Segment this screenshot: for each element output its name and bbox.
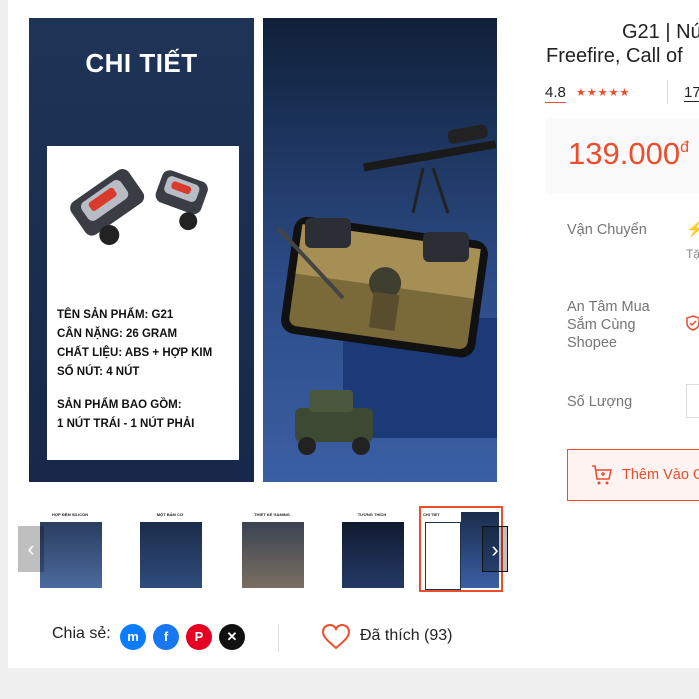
currency-symbol: đ — [680, 139, 689, 156]
spec-list: TÊN SẢN PHẨM: G21 CÂN NẶNG: 26 GRAM CHẤT… — [57, 306, 235, 434]
facebook-icon[interactable]: f — [153, 624, 179, 650]
thumbnail-caption: TƯƠNG THÍCH — [357, 512, 387, 517]
spec-card: TÊN SẢN PHẨM: G21 CÂN NẶNG: 26 GRAM CHẤT… — [47, 146, 239, 460]
share-like-divider — [278, 624, 279, 652]
package-line: 1 NÚT TRÁI - 1 NÚT PHẢI — [57, 418, 195, 430]
chevron-left-icon: ‹ — [27, 536, 35, 561]
free-shipping-icon: ⚡ — [686, 221, 699, 238]
thumbnail-prev-button[interactable]: ‹ — [18, 526, 44, 572]
rating-score[interactable]: 4.8 — [545, 84, 566, 103]
thumbnail-caption: MỘT BẤM CƠ — [156, 512, 184, 517]
share-label: Chia sẻ: — [52, 625, 111, 642]
spec-line: CÂN NẶNG: 26 GRAM — [57, 328, 178, 340]
thumbnail-3[interactable]: THIẾT KẾ GAMING — [230, 506, 314, 592]
price-value: 139.000 — [568, 136, 681, 171]
product-title-line2: Freefire, Call of — [546, 45, 683, 67]
heart-icon — [321, 623, 351, 650]
shield-icon — [686, 315, 699, 335]
thumbnail-next-button[interactable]: › — [482, 526, 508, 572]
rating-score-value: 4.8 — [545, 84, 566, 103]
add-to-cart-label: Thêm Vào G — [622, 467, 699, 483]
price: 139.000đ — [568, 136, 689, 172]
spec-line: SỐ NÚT: 4 NÚT — [57, 366, 140, 378]
add-to-cart-button[interactable]: Thêm Vào G — [567, 449, 699, 501]
thumbnail-caption: THIẾT KẾ GAMING — [254, 512, 290, 517]
thumbnail-strip: HỢP ĐỆM SILICON MỘT BẤM CƠ THIẾT KẾ GAMI… — [18, 504, 518, 596]
thumbnail-4[interactable]: TƯƠNG THÍCH — [330, 506, 414, 592]
price-box: 139.000đ — [546, 118, 699, 194]
shipping-label: Vận Chuyển — [567, 222, 647, 238]
package-line: SẢN PHẨM BAO GỒM: — [57, 399, 182, 411]
image-divider — [254, 18, 263, 482]
product-main-image[interactable]: CHI TIẾT TÊN SẢN PHẨM: G21 CÂN NẶNG: 26 … — [29, 18, 497, 482]
thumbnail-caption: HỢP ĐỆM SILICON — [51, 512, 89, 517]
like-button[interactable] — [321, 623, 351, 655]
pinterest-icon[interactable]: P — [186, 624, 212, 650]
detail-heading: CHI TIẾT — [85, 48, 198, 78]
star-rating-icon: ★★★★★ — [576, 87, 631, 99]
cart-icon — [592, 465, 612, 485]
x-icon[interactable]: ✕ — [219, 624, 245, 650]
spec-line: TÊN SẢN PHẨM: G21 — [57, 309, 174, 321]
guarantee-label: An Tâm Mua Sắm Cùng Shopee — [567, 299, 650, 351]
rating-count[interactable]: 17 — [684, 84, 699, 102]
chevron-right-icon: › — [491, 537, 499, 562]
like-count[interactable]: Đã thích (93) — [360, 627, 452, 645]
gameplay-photo — [263, 18, 497, 482]
rating-divider — [667, 80, 668, 104]
shipping-sub: Tặ — [686, 247, 699, 261]
detail-panel: CHI TIẾT TÊN SẢN PHẨM: G21 CÂN NẶNG: 26 … — [29, 18, 254, 482]
thumbnail-caption: CHI TIẾT — [423, 512, 440, 517]
quantity-label: Số Lượng — [567, 394, 633, 410]
thumbnail-2[interactable]: MỘT BẤM CƠ — [128, 506, 212, 592]
spec-line: CHẤT LIỆU: ABS + HỢP KIM — [57, 347, 213, 359]
messenger-icon[interactable]: m — [120, 624, 146, 650]
phone-gameplay-illustration — [276, 124, 497, 455]
quantity-decrease-button[interactable] — [686, 384, 699, 418]
trigger-buttons-image — [70, 168, 208, 245]
